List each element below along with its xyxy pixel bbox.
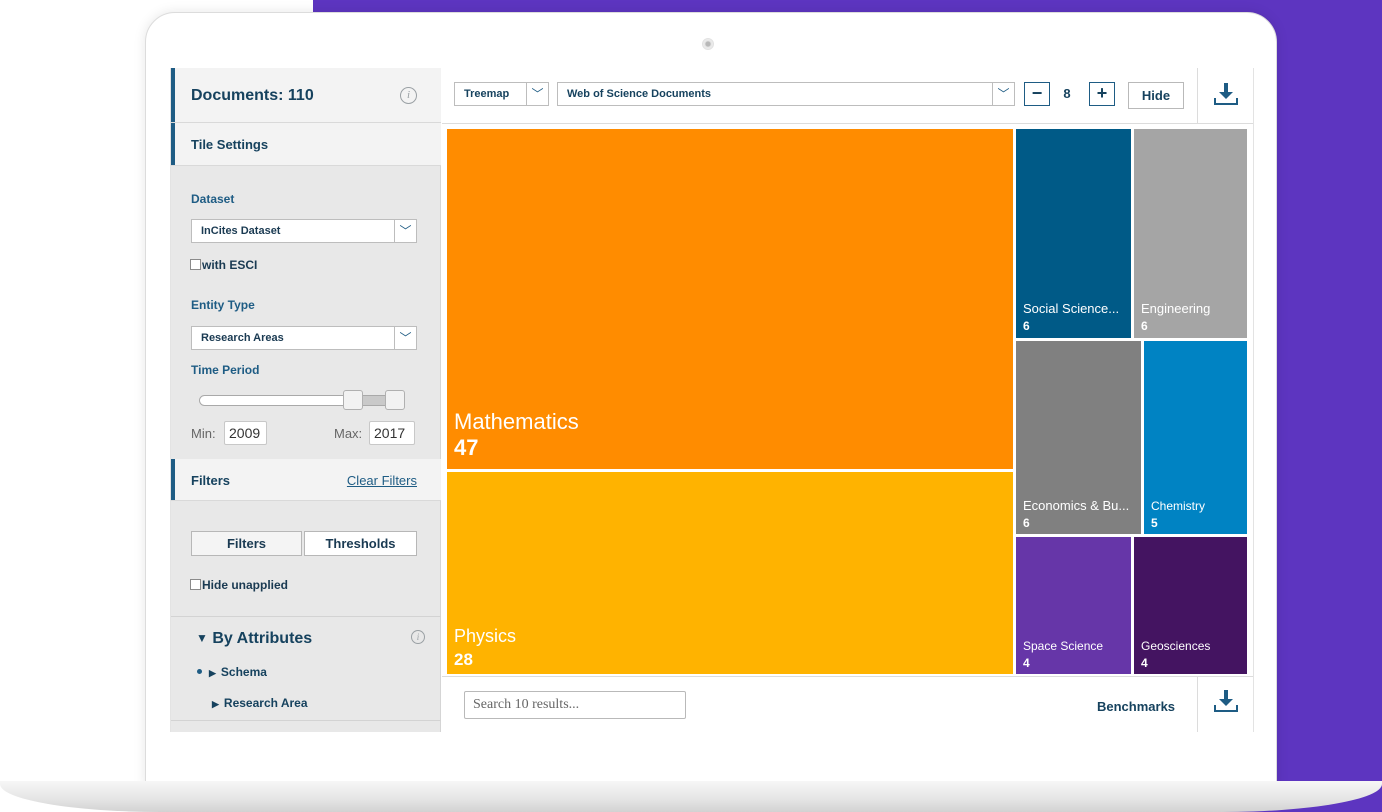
tile-settings-label: Tile Settings	[191, 137, 269, 152]
min-year-input[interactable]: 2009	[224, 421, 267, 445]
camera-icon	[702, 38, 714, 50]
increase-count-button[interactable]: +	[1089, 82, 1115, 106]
search-input[interactable]	[464, 691, 686, 719]
time-period-label: Time Period	[191, 363, 260, 377]
download-icon[interactable]	[1213, 82, 1239, 106]
section-divider	[171, 616, 441, 617]
tile-name: Space Science	[1023, 639, 1104, 653]
filters-header: Filters Clear Filters	[171, 459, 441, 501]
documents-count: Documents: 110	[191, 87, 314, 104]
toolbar: Treemap ﹀ Web of Science Documents ﹀ − 8…	[442, 68, 1253, 124]
tile-value: 4	[1141, 656, 1148, 670]
download-icon[interactable]	[1213, 689, 1239, 713]
clear-filters-link[interactable]: Clear Filters	[347, 473, 417, 488]
dataset-select[interactable]: InCites Dataset ﹀	[191, 219, 417, 243]
header-accent-bar	[171, 123, 175, 165]
with-esci-checkbox[interactable]	[190, 259, 201, 270]
dataset-label: Dataset	[191, 192, 235, 206]
laptop-base	[0, 781, 1382, 812]
tree-item-research-area[interactable]: ▶ Research Area	[212, 696, 308, 710]
slider-max-handle[interactable]	[385, 390, 405, 410]
view-type-value: Treemap	[464, 88, 510, 100]
entity-type-value: Research Areas	[201, 332, 284, 344]
tile-name: Engineering	[1141, 301, 1211, 316]
tree-item-label: Schema	[220, 665, 267, 679]
tile-value: 6	[1023, 319, 1030, 333]
thresholds-tab[interactable]: Thresholds	[304, 531, 417, 556]
tile-value: 28	[454, 650, 473, 669]
tile-physics[interactable]: Physics 28	[447, 472, 1013, 674]
app-screen: Documents: 110 i Tile Settings Dataset I…	[170, 68, 1254, 732]
tile-name: Geosciences	[1141, 639, 1211, 653]
tile-economics[interactable]: Economics & Bu... 6	[1016, 341, 1141, 534]
tile-name: Economics & Bu...	[1023, 498, 1130, 513]
tile-value: 6	[1023, 516, 1030, 530]
tile-value: 6	[1141, 319, 1148, 333]
entity-type-select[interactable]: Research Areas ﹀	[191, 326, 417, 350]
documents-header: Documents: 110 i	[171, 68, 441, 123]
dataset-value: InCites Dataset	[201, 225, 281, 237]
tile-name: Social Science...	[1023, 301, 1120, 316]
info-icon[interactable]: i	[411, 630, 425, 644]
tile-mathematics[interactable]: Mathematics 47	[447, 129, 1013, 469]
by-attributes-label: By Attributes	[212, 630, 313, 647]
caret-right-icon: ▶	[209, 668, 216, 678]
selected-dot-icon	[197, 669, 202, 674]
bottom-divider	[1197, 677, 1198, 732]
hide-unapplied-checkbox-row[interactable]: Hide unapplied	[190, 578, 288, 592]
benchmarks-link[interactable]: Benchmarks	[1097, 699, 1175, 714]
tile-value: 5	[1151, 516, 1158, 530]
bottom-bar: Benchmarks	[442, 676, 1253, 732]
section-divider	[171, 720, 441, 721]
main-panel: Treemap ﹀ Web of Science Documents ﹀ − 8…	[442, 68, 1253, 732]
header-accent-bar	[171, 459, 175, 500]
tree-item-schema[interactable]: ▶ Schema	[197, 665, 267, 679]
slider-min-handle[interactable]	[343, 390, 363, 410]
by-attributes-toggle[interactable]: ▼ By Attributes	[196, 630, 312, 648]
view-type-select[interactable]: Treemap ﹀	[454, 82, 549, 106]
tile-social-science[interactable]: Social Science... 6	[1016, 129, 1131, 338]
hide-button[interactable]: Hide	[1128, 82, 1184, 109]
filters-tab[interactable]: Filters	[191, 531, 302, 556]
tile-name: Physics	[454, 626, 517, 646]
tile-chemistry[interactable]: Chemistry 5	[1144, 341, 1247, 534]
tile-value: 47	[454, 435, 479, 460]
caret-right-icon: ▶	[212, 699, 219, 709]
max-year-input[interactable]: 2017	[369, 421, 415, 445]
min-label: Min:	[191, 426, 216, 441]
max-label: Max:	[334, 426, 363, 441]
entity-type-label: Entity Type	[191, 298, 255, 312]
with-esci-checkbox-row[interactable]: with ESCI	[190, 258, 257, 272]
sidebar: Documents: 110 i Tile Settings Dataset I…	[171, 68, 441, 732]
tile-count-value[interactable]: 8	[1052, 82, 1082, 106]
tile-name: Chemistry	[1151, 499, 1206, 513]
filters-label: Filters	[191, 473, 231, 488]
tile-geosciences[interactable]: Geosciences 4	[1134, 537, 1247, 674]
tile-engineering[interactable]: Engineering 6	[1134, 129, 1247, 338]
decrease-count-button[interactable]: −	[1024, 82, 1050, 106]
hide-unapplied-label: Hide unapplied	[202, 578, 289, 592]
chevron-down-icon: ﹀	[394, 327, 416, 349]
info-icon[interactable]: i	[400, 87, 417, 104]
header-accent-bar	[171, 68, 175, 122]
tree-item-label: Research Area	[223, 696, 308, 710]
chevron-down-icon: ﹀	[526, 83, 548, 105]
with-esci-label: with ESCI	[202, 258, 258, 272]
hide-unapplied-checkbox[interactable]	[190, 579, 201, 590]
tile-space-science[interactable]: Space Science 4	[1016, 537, 1131, 674]
caret-down-icon: ▼	[196, 631, 208, 645]
source-value: Web of Science Documents	[567, 88, 712, 100]
chevron-down-icon: ﹀	[394, 220, 416, 242]
chevron-down-icon: ﹀	[992, 83, 1014, 105]
source-select[interactable]: Web of Science Documents ﹀	[557, 82, 1015, 106]
toolbar-divider	[1197, 68, 1198, 124]
tile-settings-header[interactable]: Tile Settings	[171, 123, 441, 166]
tile-name: Mathematics	[454, 409, 579, 434]
tile-value: 4	[1023, 656, 1030, 670]
